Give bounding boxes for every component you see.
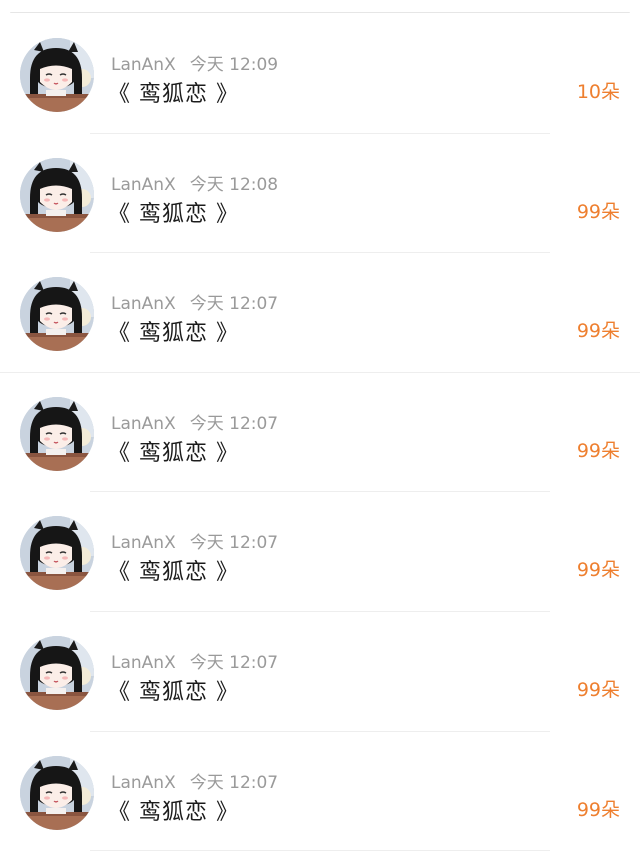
sender-name[interactable]: LanAnX [111,653,176,673]
gift-amount: 99朵 [576,200,620,223]
sender-line: LanAnX 今天 12:07 [111,528,278,553]
avatar[interactable] [20,157,94,232]
gift-list-item[interactable]: LanAnX 今天 12:07 《 鸾狐恋 》 99朵 [0,253,640,373]
top-bar-divider [10,12,630,13]
gift-amount: 99朵 [576,559,620,582]
gift-name: 《 鸾狐恋 》 [108,679,239,705]
avatar-girl-icon [20,635,94,710]
avatar[interactable] [20,516,94,591]
sender-name[interactable]: LanAnX [111,414,176,434]
sender-line: LanAnX 今天 12:07 [111,648,278,673]
gift-time: 今天 12:07 [189,294,279,315]
gift-amount: 10朵 [576,81,620,103]
gift-list-item[interactable]: LanAnX 今天 12:07 《 鸾狐恋 》 99朵 [0,612,640,732]
gift-name: 《 鸾狐恋 》 [108,440,239,466]
gift-name: 《 鸾狐恋 》 [108,799,239,825]
avatar-girl-icon [20,755,94,830]
gift-name: 《 鸾狐恋 》 [108,321,239,347]
sender-line: LanAnX 今天 12:07 [111,768,278,793]
gift-amount: 99朵 [576,439,620,462]
gift-time: 今天 12:09 [189,55,279,75]
sender-line: LanAnX 今天 12:09 [111,50,278,75]
sender-name[interactable]: LanAnX [111,773,176,793]
row-divider [90,850,550,852]
sender-name[interactable]: LanAnX [111,294,176,314]
gift-list-item[interactable]: LanAnX 今天 12:07 《 鸾狐恋 》 99朵 [0,373,640,493]
gift-list-item[interactable]: LanAnX 今天 12:07 《 鸾狐恋 》 99朵 [0,732,640,852]
avatar[interactable] [20,38,94,112]
sender-line: LanAnX 今天 12:07 [111,289,278,314]
avatar-girl-icon [20,157,94,232]
sender-name[interactable]: LanAnX [111,533,176,553]
avatar[interactable] [20,755,94,830]
gift-list-item[interactable]: LanAnX 今天 12:08 《 鸾狐恋 》 99朵 [0,134,640,254]
gift-amount: 99朵 [576,678,620,701]
avatar-girl-icon [20,516,94,591]
gift-list-item[interactable]: LanAnX 今天 12:09 《 鸾狐恋 》 10朵 [0,14,640,134]
gift-time: 今天 12:07 [189,533,279,554]
sender-line: LanAnX 今天 12:07 [111,409,278,434]
gift-list: LanAnX 今天 12:09 《 鸾狐恋 》 10朵 LanAnX 今天 12… [0,14,640,852]
avatar-girl-icon [20,38,94,112]
gift-time: 今天 12:07 [189,413,279,434]
sender-name[interactable]: LanAnX [111,175,176,195]
sender-name[interactable]: LanAnX [111,55,176,75]
gift-time: 今天 12:08 [189,174,279,195]
sender-line: LanAnX 今天 12:08 [111,170,278,195]
avatar[interactable] [20,277,94,352]
avatar-girl-icon [20,277,94,352]
gift-list-item[interactable]: LanAnX 今天 12:07 《 鸾狐恋 》 99朵 [0,492,640,612]
gift-amount: 99朵 [576,798,620,821]
gift-name: 《 鸾狐恋 》 [108,201,239,227]
gift-name: 《 鸾狐恋 》 [108,560,239,586]
gift-name: 《 鸾狐恋 》 [108,82,239,107]
avatar-girl-icon [20,396,94,471]
top-bar [0,0,640,14]
gift-time: 今天 12:07 [189,772,279,793]
gift-time: 今天 12:07 [189,652,279,673]
gift-amount: 99朵 [576,320,620,343]
avatar[interactable] [20,635,94,710]
avatar[interactable] [20,396,94,471]
